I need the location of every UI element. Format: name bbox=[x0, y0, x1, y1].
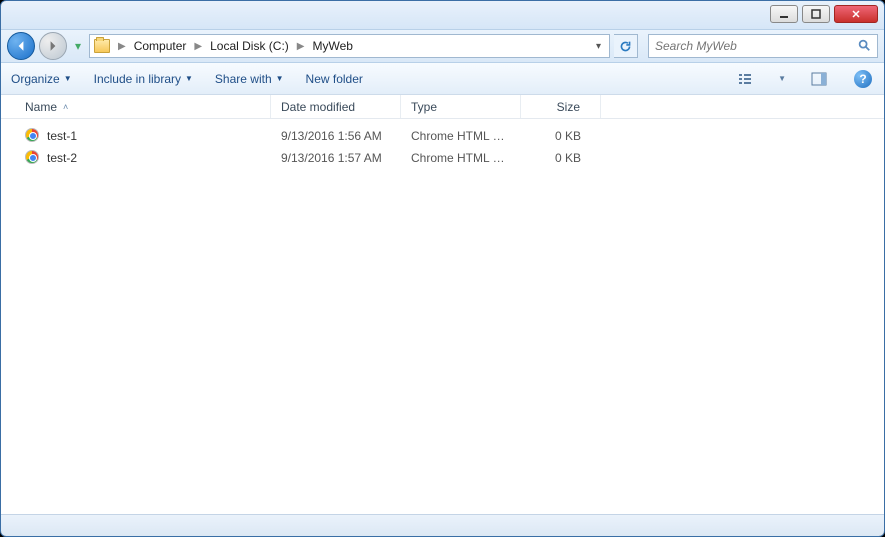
file-row[interactable]: test-1 9/13/2016 1:56 AM Chrome HTML Do.… bbox=[1, 125, 884, 147]
include-library-menu[interactable]: Include in library▼ bbox=[94, 72, 193, 86]
file-list: test-1 9/13/2016 1:56 AM Chrome HTML Do.… bbox=[1, 119, 884, 514]
view-options-button[interactable] bbox=[734, 68, 756, 90]
explorer-window: ▾ ▶ Computer ▶ Local Disk (C:) ▶ MyWeb ▾… bbox=[0, 0, 885, 537]
history-dropdown[interactable]: ▾ bbox=[71, 39, 85, 53]
address-dropdown[interactable]: ▾ bbox=[592, 41, 605, 52]
search-input[interactable] bbox=[655, 39, 871, 53]
file-type: Chrome HTML Do... bbox=[401, 151, 521, 165]
file-date: 9/13/2016 1:57 AM bbox=[271, 151, 401, 165]
column-headers: Name˄ Date modified Type Size bbox=[1, 95, 884, 119]
back-button[interactable] bbox=[7, 32, 35, 60]
minimize-button[interactable] bbox=[770, 5, 798, 23]
arrow-left-icon bbox=[15, 40, 27, 52]
forward-button[interactable] bbox=[39, 32, 67, 60]
chrome-file-icon bbox=[25, 128, 41, 144]
search-icon bbox=[857, 38, 871, 55]
breadcrumb-item[interactable]: Local Disk (C:) bbox=[210, 39, 289, 53]
column-header-date[interactable]: Date modified bbox=[271, 95, 401, 118]
address-bar[interactable]: ▶ Computer ▶ Local Disk (C:) ▶ MyWeb ▾ bbox=[89, 34, 610, 58]
preview-pane-icon bbox=[811, 71, 827, 87]
arrow-right-icon bbox=[47, 40, 59, 52]
column-header-type[interactable]: Type bbox=[401, 95, 521, 118]
breadcrumb-sep: ▶ bbox=[293, 41, 309, 52]
view-dropdown[interactable]: ▼ bbox=[778, 74, 786, 83]
help-icon: ? bbox=[854, 70, 872, 88]
file-date: 9/13/2016 1:56 AM bbox=[271, 129, 401, 143]
column-header-name[interactable]: Name˄ bbox=[1, 95, 271, 118]
refresh-icon bbox=[619, 40, 632, 53]
nav-bar: ▾ ▶ Computer ▶ Local Disk (C:) ▶ MyWeb ▾ bbox=[1, 29, 884, 63]
organize-menu[interactable]: Organize▼ bbox=[11, 72, 72, 86]
refresh-button[interactable] bbox=[614, 34, 638, 58]
file-size: 0 KB bbox=[521, 151, 601, 165]
toolbar: Organize▼ Include in library▼ Share with… bbox=[1, 63, 884, 95]
file-type: Chrome HTML Do... bbox=[401, 129, 521, 143]
file-row[interactable]: test-2 9/13/2016 1:57 AM Chrome HTML Do.… bbox=[1, 147, 884, 169]
close-button[interactable] bbox=[834, 5, 878, 23]
maximize-button[interactable] bbox=[802, 5, 830, 23]
breadcrumb-sep: ▶ bbox=[190, 41, 206, 52]
file-name: test-1 bbox=[47, 129, 77, 143]
preview-pane-button[interactable] bbox=[808, 68, 830, 90]
column-header-empty bbox=[601, 95, 884, 118]
chrome-file-icon bbox=[25, 150, 41, 166]
folder-icon bbox=[94, 39, 110, 53]
new-folder-button[interactable]: New folder bbox=[306, 72, 363, 86]
file-name: test-2 bbox=[47, 151, 77, 165]
column-header-size[interactable]: Size bbox=[521, 95, 601, 118]
file-size: 0 KB bbox=[521, 129, 601, 143]
view-icon bbox=[737, 71, 753, 87]
breadcrumb-item[interactable]: MyWeb bbox=[312, 39, 352, 53]
search-box[interactable] bbox=[648, 34, 878, 58]
help-button[interactable]: ? bbox=[852, 68, 874, 90]
titlebar bbox=[1, 1, 884, 29]
breadcrumb-item[interactable]: Computer bbox=[134, 39, 187, 53]
sort-caret-icon: ˄ bbox=[63, 102, 68, 112]
breadcrumb-sep: ▶ bbox=[114, 41, 130, 52]
share-with-menu[interactable]: Share with▼ bbox=[215, 72, 284, 86]
status-bar bbox=[1, 514, 884, 536]
